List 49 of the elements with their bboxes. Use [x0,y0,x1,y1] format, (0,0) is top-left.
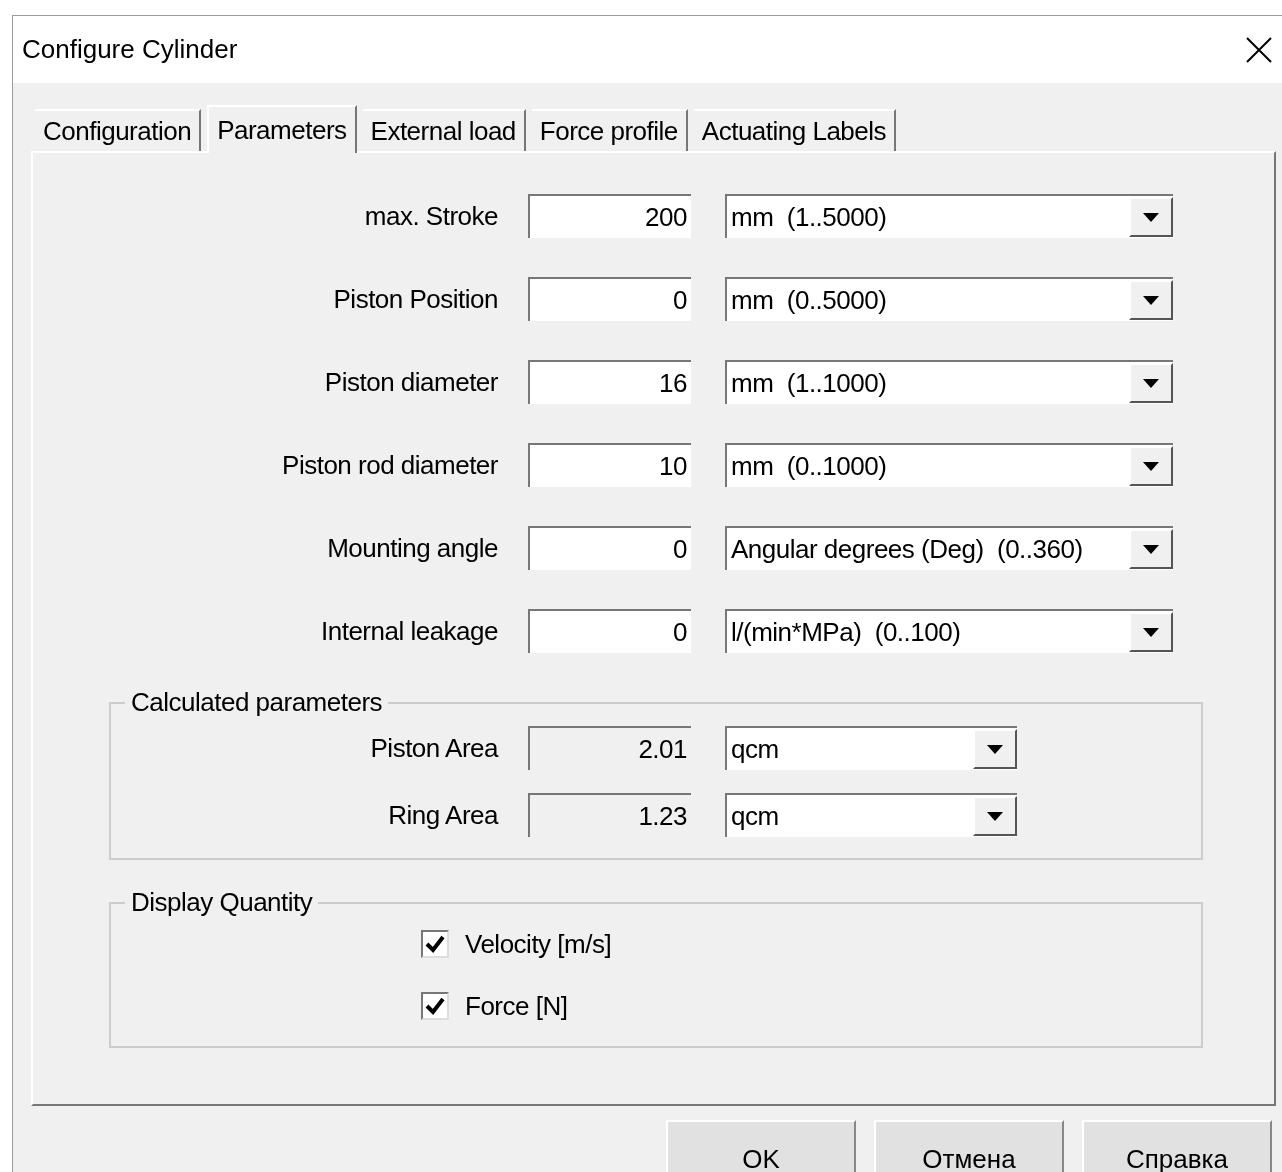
tab[interactable]: Actuating Labels [693,109,897,151]
close-icon[interactable] [1246,36,1272,63]
unit-dropdown[interactable]: mm (1..1000) [725,360,1173,404]
input-field[interactable]: 10 [528,443,691,487]
input-field[interactable]: 0 [528,526,691,570]
unit-dropdown[interactable]: l/(min*MPa) (0..100) [725,609,1173,653]
field-label: Piston diameter [323,365,499,399]
field-label: Mounting angle [326,531,499,565]
caret-icon [987,811,1003,821]
caret-icon [1143,461,1159,471]
caret-icon [987,744,1003,754]
unit-dropdown[interactable]: Angular degrees (Deg) (0..360) [725,526,1173,570]
unit-dropdown[interactable]: mm (0..1000) [725,443,1173,487]
caret-icon [1143,295,1159,305]
dropdown-button[interactable] [973,729,1017,769]
dropdown-button[interactable] [1129,446,1173,486]
caret-icon [1143,627,1159,637]
tab[interactable]: Configuration [35,109,202,151]
checkbox-label[interactable]: Velocity [m/s] [465,924,612,964]
dialog-button[interactable]: OK [666,1120,856,1172]
field-label: max. Stroke [363,199,499,233]
dropdown-button[interactable] [1129,280,1173,320]
tab[interactable]: Parameters [207,105,357,153]
unit-dropdown[interactable]: mm (1..5000) [725,194,1173,238]
field-label: Piston Area [369,731,500,765]
caret-icon [1143,212,1159,222]
caret-icon [1143,544,1159,554]
field-label: Piston Position [332,282,499,316]
input-field[interactable]: 16 [528,360,691,404]
checkbox[interactable] [421,992,449,1020]
field-label: Ring Area [387,798,500,832]
dropdown-button[interactable] [1129,363,1173,403]
input-field[interactable]: 0 [528,609,691,653]
dropdown-button[interactable] [1129,612,1173,652]
dropdown-button[interactable] [973,796,1017,836]
dropdown-button[interactable] [1129,529,1173,569]
checkbox[interactable] [421,930,449,958]
unit-dropdown[interactable]: mm (0..5000) [725,277,1173,321]
tab[interactable]: External load [362,109,526,151]
field-label: Internal leakage [319,614,499,648]
tab[interactable]: Force profile [531,109,688,151]
input-field[interactable]: 200 [528,194,691,238]
window-title: Configure Cylinder [22,33,238,66]
checkbox-label[interactable]: Force [N] [465,986,568,1026]
field-label: Piston rod diameter [281,448,499,482]
dropdown-button[interactable] [1129,197,1173,237]
input-field[interactable]: 0 [528,277,691,321]
dialog-button[interactable]: Отмена [874,1120,1064,1172]
caret-icon [1143,378,1159,388]
